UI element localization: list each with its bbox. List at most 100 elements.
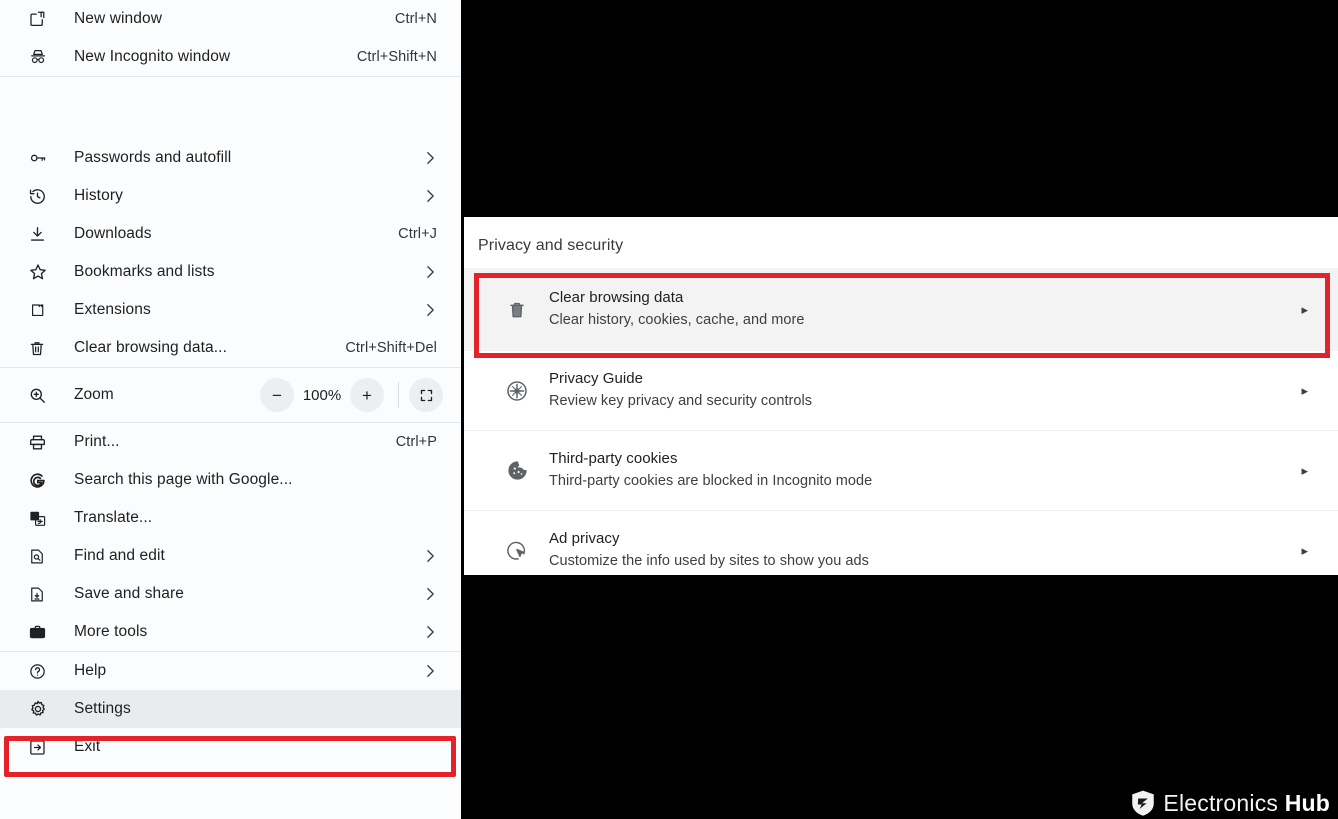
printer-icon [28, 433, 54, 452]
menu-item-label: Translate... [74, 509, 153, 526]
menu-item-label: Save and share [74, 585, 184, 602]
menu-item-label: Clear browsing data... [74, 339, 227, 356]
history-icon [28, 187, 54, 206]
chevron-right-icon [426, 151, 439, 165]
menu-item-accel: Ctrl+P [395, 434, 437, 450]
settings-row-heading: Ad privacy [549, 529, 620, 547]
watermark-text: Electronics Hub [1163, 790, 1330, 817]
menu-item-print[interactable]: Print... Ctrl+P [0, 423, 461, 461]
menu-item-label: History [74, 187, 123, 204]
menu-item-find-and-edit[interactable]: Find and edit [0, 537, 461, 575]
settings-row-subtitle: Third-party cookies are blocked in Incog… [549, 473, 873, 490]
zoom-in-button[interactable]: + [350, 378, 384, 412]
menu-item-accel: Ctrl+N [394, 11, 437, 27]
settings-row-text: Ad privacy Customize the info used by si… [534, 528, 1301, 574]
settings-row-ad-privacy[interactable]: Ad privacy Customize the info used by si… [464, 511, 1338, 575]
menu-item-save-and-share[interactable]: Save and share [0, 575, 461, 613]
settings-row-clear-browsing-data[interactable]: Clear browsing data Clear history, cooki… [464, 268, 1338, 351]
watermark: Electronics Hub [1130, 789, 1330, 817]
menu-item-label: Passwords and autofill [74, 149, 232, 166]
trash-icon [28, 339, 54, 358]
menu-item-label: Search this page with Google... [74, 471, 293, 488]
menu-item-new-window[interactable]: New window Ctrl+N [0, 0, 461, 38]
menu-section-main: Passwords and autofill History Downloads… [0, 139, 461, 367]
menu-item-new-incognito-window[interactable]: New Incognito window Ctrl+Shift+N [0, 38, 461, 76]
fullscreen-button[interactable] [409, 378, 443, 412]
menu-section-tools: Print... Ctrl+P Search this page with Go… [0, 423, 461, 651]
panel-title: Privacy and security [478, 237, 624, 254]
settings-row-text: Clear browsing data Clear history, cooki… [534, 287, 1301, 333]
menu-section-bottom: Help Settings Exit [0, 652, 461, 766]
menu-item-help[interactable]: Help [0, 652, 461, 690]
menu-item-label: Settings [74, 700, 131, 717]
menu-item-search-page-with-google[interactable]: Search this page with Google... [0, 461, 461, 499]
save-share-icon [28, 585, 54, 604]
settings-row-third-party-cookies[interactable]: Third-party cookies Third-party cookies … [464, 431, 1338, 511]
chevron-right-icon [426, 303, 439, 317]
zoom-in-icon [28, 386, 54, 405]
puzzle-icon [28, 301, 54, 320]
settings-row-text: Third-party cookies Third-party cookies … [534, 448, 1301, 494]
menu-item-translate[interactable]: Translate... [0, 499, 461, 537]
chevron-right-icon [426, 587, 439, 601]
menu-item-extensions[interactable]: Extensions [0, 291, 461, 329]
settings-row-heading: Privacy Guide [549, 369, 644, 387]
toolbox-icon [28, 623, 54, 642]
settings-row-subtitle: Review key privacy and security controls [549, 393, 813, 410]
menu-item-label: Extensions [74, 301, 151, 318]
settings-row-heading: Clear browsing data [549, 288, 684, 306]
trash-icon [500, 299, 534, 321]
star-icon [28, 262, 54, 282]
menu-item-label: Downloads [74, 225, 152, 242]
menu-item-exit[interactable]: Exit [0, 728, 461, 766]
chevron-right-icon [426, 549, 439, 563]
menu-item-passwords-and-autofill[interactable]: Passwords and autofill [0, 139, 461, 177]
menu-item-accel: Ctrl+Shift+Del [345, 340, 437, 356]
privacy-and-security-panel: Privacy and security Clear browsing data… [464, 217, 1338, 575]
arrow-right-icon: ▸ [1301, 301, 1308, 317]
exit-icon [28, 738, 54, 757]
menu-section-windows: New window Ctrl+N New Incognito window C… [0, 0, 461, 76]
arrow-right-icon: ▸ [1301, 542, 1308, 558]
chrome-main-menu: New window Ctrl+N New Incognito window C… [0, 0, 461, 819]
menu-item-label: Bookmarks and lists [74, 263, 215, 280]
watermark-text-light: Electronics [1163, 789, 1285, 816]
screenshot-root: New window Ctrl+N New Incognito window C… [0, 0, 1338, 819]
menu-item-accel: Ctrl+J [398, 226, 437, 242]
zoom-label: Zoom [74, 386, 114, 403]
menu-item-label: Print... [74, 433, 120, 450]
settings-row-text: Privacy Guide Review key privacy and sec… [534, 368, 1301, 414]
menu-item-label: New Incognito window [74, 48, 231, 65]
settings-row-heading: Third-party cookies [549, 449, 678, 467]
menu-item-label: New window [74, 10, 163, 27]
menu-item-label: Exit [74, 738, 101, 755]
zoom-level-value: 100% [302, 386, 342, 404]
menu-item-clear-browsing-data[interactable]: Clear browsing data... Ctrl+Shift+Del [0, 329, 461, 367]
settings-row-subtitle: Clear history, cookies, cache, and more [549, 312, 805, 329]
new-window-icon [28, 10, 54, 28]
find-edit-icon [28, 547, 54, 566]
watermark-text-bold: Hub [1284, 789, 1330, 816]
zoom-controls: − 100% + [260, 378, 443, 412]
menu-item-more-tools[interactable]: More tools [0, 613, 461, 651]
zoom-out-button[interactable]: − [260, 378, 294, 412]
menu-item-downloads[interactable]: Downloads Ctrl+J [0, 215, 461, 253]
chevron-right-icon [426, 625, 439, 639]
menu-item-bookmarks-and-lists[interactable]: Bookmarks and lists [0, 253, 461, 291]
shield-logo-icon [1130, 789, 1156, 817]
zoom-row: Zoom − 100% + [0, 368, 461, 422]
chevron-right-icon [426, 265, 439, 279]
settings-row-privacy-guide[interactable]: Privacy Guide Review key privacy and sec… [464, 351, 1338, 431]
menu-item-settings[interactable]: Settings [0, 690, 461, 728]
settings-rows: Clear browsing data Clear history, cooki… [464, 268, 1338, 575]
menu-blank-area [0, 77, 461, 139]
arrow-right-icon: ▸ [1301, 382, 1308, 398]
chevron-right-icon [426, 664, 439, 678]
menu-item-history[interactable]: History [0, 177, 461, 215]
key-icon [28, 149, 54, 167]
menu-item-accel: Ctrl+Shift+N [356, 49, 437, 65]
gear-icon [28, 699, 54, 719]
menu-item-label: More tools [74, 623, 148, 640]
menu-item-label: Help [74, 662, 107, 679]
help-icon [28, 662, 54, 681]
